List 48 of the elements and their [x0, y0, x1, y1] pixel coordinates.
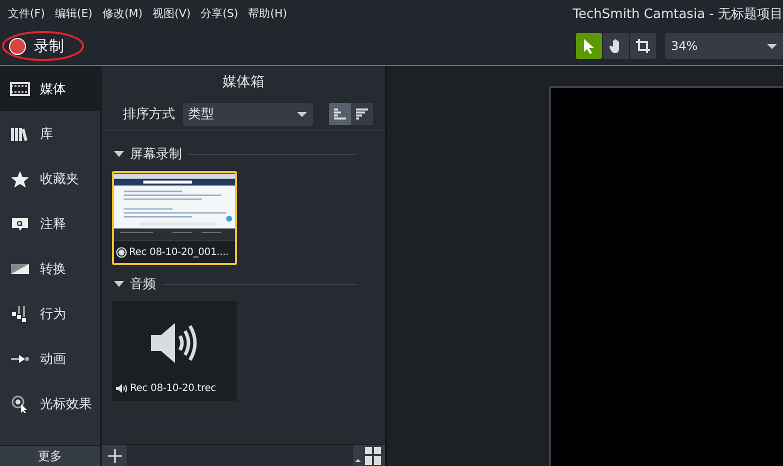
group-toggle[interactable]	[112, 150, 124, 158]
group-heading: 屏幕录制	[130, 146, 182, 163]
film-icon	[10, 80, 30, 98]
hand-tool[interactable]	[603, 33, 629, 59]
media-tile[interactable]: Rec 08-10-20.trec	[112, 301, 237, 401]
sidebar-item[interactable]: 光标效果	[0, 381, 100, 426]
record-icon	[116, 246, 127, 258]
menu-item[interactable]: 修改(M)	[102, 6, 143, 21]
caret-icon	[767, 44, 777, 49]
cursor-icon	[10, 394, 30, 412]
menu-item[interactable]: 帮助(H)	[248, 6, 288, 21]
align-right-icon	[355, 108, 369, 120]
panel-title: 媒体箱	[222, 73, 266, 92]
menu-item[interactable]: 文件(F)	[8, 6, 45, 21]
record-icon	[9, 38, 26, 54]
sidebar-item[interactable]: 注释	[0, 201, 100, 246]
sidebar-item[interactable]: 库	[0, 111, 100, 156]
media-name: Rec 08-10-20.trec	[130, 382, 216, 394]
align-right-button[interactable]	[351, 103, 373, 125]
crop-icon	[635, 38, 651, 54]
group-heading: 音频	[130, 276, 156, 293]
sidebar-item[interactable]: 动画	[0, 336, 100, 381]
menu-item[interactable]: 分享(S)	[200, 6, 238, 21]
crop-tool[interactable]	[630, 33, 656, 59]
window-title: TechSmith Camtasia - 无标题项目	[572, 6, 783, 22]
speaker-icon	[116, 382, 128, 394]
menu-item[interactable]: 编辑(E)	[54, 6, 92, 21]
media-tile[interactable]: Rec 08-10-20_001....	[112, 171, 237, 265]
group-toggle[interactable]	[112, 280, 124, 288]
star-icon	[10, 170, 30, 188]
sort-label: 排序方式	[123, 106, 175, 123]
align-left-icon	[333, 108, 347, 120]
sidebar-item[interactable]: 行为	[0, 291, 100, 336]
grid-icon	[355, 446, 383, 464]
menu-item[interactable]: 视图(V)	[152, 6, 191, 21]
sidebar-item[interactable]: 媒体	[0, 66, 100, 111]
zoom-dropdown[interactable]: 34%	[665, 33, 783, 59]
sort-dropdown[interactable]: 类型	[183, 102, 313, 126]
more-button[interactable]: 更多	[0, 445, 100, 466]
pointer-icon	[582, 38, 596, 54]
thumbnail-size-button[interactable]	[353, 445, 385, 466]
plus-icon	[108, 448, 122, 462]
media-name: Rec 08-10-20_001....	[129, 246, 229, 258]
align-left-button[interactable]	[329, 103, 351, 125]
sidebar-item[interactable]: 收藏夹	[0, 156, 100, 201]
sidebar-item[interactable]: 转换	[0, 246, 100, 291]
caret-icon	[297, 112, 307, 117]
add-button[interactable]	[102, 445, 127, 466]
